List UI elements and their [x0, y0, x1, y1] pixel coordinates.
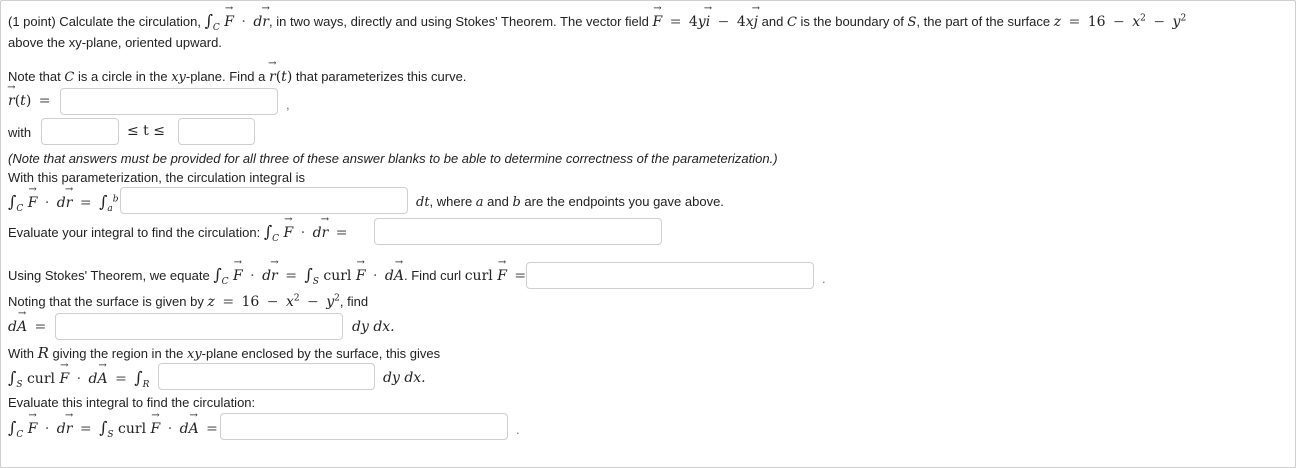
curve-c-symbol-2: C — [64, 70, 75, 85]
with-label: with — [8, 125, 32, 140]
period-sep: . — [822, 271, 826, 286]
param-note-suffix: -plane. Find a — [185, 69, 266, 84]
parameterization-note: (Note that answers must be provided for … — [8, 151, 778, 166]
surface-note-prefix: Noting that the surface is given by — [8, 294, 204, 309]
region-line: With R giving the region in the xy-plane… — [8, 344, 440, 364]
vector-field-expr: F = 4yi − 4xj — [653, 14, 758, 30]
region-plane: xy — [186, 347, 202, 362]
integrand-input[interactable] — [120, 187, 408, 214]
param-note-mid: is a circle in the — [77, 69, 168, 84]
region-suffix: -plane enclosed by the surface, this giv… — [201, 346, 441, 361]
t-inequality: ≤ t ≤ — [127, 123, 165, 139]
final-equation-label: ∫C F · dr = ∫S curl F · dA = — [8, 419, 221, 440]
evaluate-expr: ∫C F · dr = — [264, 223, 351, 244]
surface-equation: z = 16 − x2 − y2 — [1053, 13, 1187, 30]
region-R-symbol: R — [37, 344, 49, 362]
region-mid: giving the region in the — [52, 346, 184, 361]
stokes-line: Using Stokes' Theorem, we equate ∫C F · … — [8, 266, 529, 287]
find-curl-text: . Find curl — [404, 268, 462, 283]
curl-f-input[interactable] — [526, 262, 814, 289]
intro-mid: , in two ways, directly and using Stokes… — [269, 14, 649, 29]
param-note-end: that parameterizes this curve. — [295, 69, 467, 84]
curve-c-symbol: C — [786, 15, 797, 30]
dt-suffix: dt, where a and b are the endpoints you … — [416, 194, 724, 210]
circulation-integral-lhs: ∫C F · dr = ∫ab — [8, 193, 119, 214]
stokes-equation: ∫C F · dr = ∫S curl F · dA — [213, 266, 404, 287]
t-upper-bound-input[interactable] — [178, 118, 255, 145]
dA-input[interactable] — [55, 313, 343, 340]
period-sep-2: . — [516, 422, 520, 437]
problem-statement-line1: (1 point) Calculate the circulation, ∫C … — [8, 12, 1187, 33]
surface-note-line: Noting that the surface is given by z = … — [8, 293, 368, 311]
evaluate-label: Evaluate your integral to find the circu… — [8, 225, 261, 240]
stokes-prefix: Using Stokes' Theorem, we equate — [8, 268, 210, 283]
param-note-plane: xy — [171, 70, 186, 85]
intro-points: (1 point) Calculate the circulation, — [8, 14, 201, 29]
r-of-t-input[interactable] — [60, 88, 278, 115]
t-lower-bound-input[interactable] — [41, 118, 119, 145]
surface-desc-text: , the part of the surface — [916, 14, 1051, 29]
dA-label: dA = — [8, 318, 49, 336]
region-integrand-input[interactable] — [158, 363, 375, 390]
region-prefix: With — [8, 346, 34, 361]
and-c-text: and — [761, 14, 784, 29]
evaluate-line: Evaluate your integral to find the circu… — [8, 223, 351, 244]
integral-intro: With this parameterization, the circulat… — [8, 170, 305, 185]
final-circulation-input[interactable] — [220, 413, 508, 440]
dydx-suffix: dy dx. — [352, 319, 395, 335]
r-label: r(t) = — [8, 92, 53, 110]
surface-note-eq: z = 16 − x2 − y2 — [207, 293, 340, 310]
r-of-t-symbol: r(t) — [269, 69, 292, 85]
line2-text: above the xy-plane, oriented upward. — [8, 35, 222, 50]
circulation-input[interactable] — [374, 218, 662, 245]
param-note-prefix: Note that — [8, 69, 61, 84]
surface-note-suffix: , find — [339, 294, 369, 309]
circulation-integral-expr: ∫C F · dr — [205, 12, 269, 33]
evaluate-final-label: Evaluate this integral to find the circu… — [8, 395, 256, 410]
comma-sep: , — [286, 97, 290, 112]
is-boundary-text: is the boundary of — [800, 14, 904, 29]
region-integral-label: ∫S curl F · dA = ∫R — [8, 369, 149, 390]
dydx-suffix-2: dy dx. — [383, 370, 426, 386]
curl-f-symbol: curl F = — [465, 268, 529, 284]
problem-statement-line2: above the xy-plane, oriented upward. — [8, 34, 222, 52]
param-note: Note that C is a circle in the xy-plane.… — [8, 68, 466, 87]
